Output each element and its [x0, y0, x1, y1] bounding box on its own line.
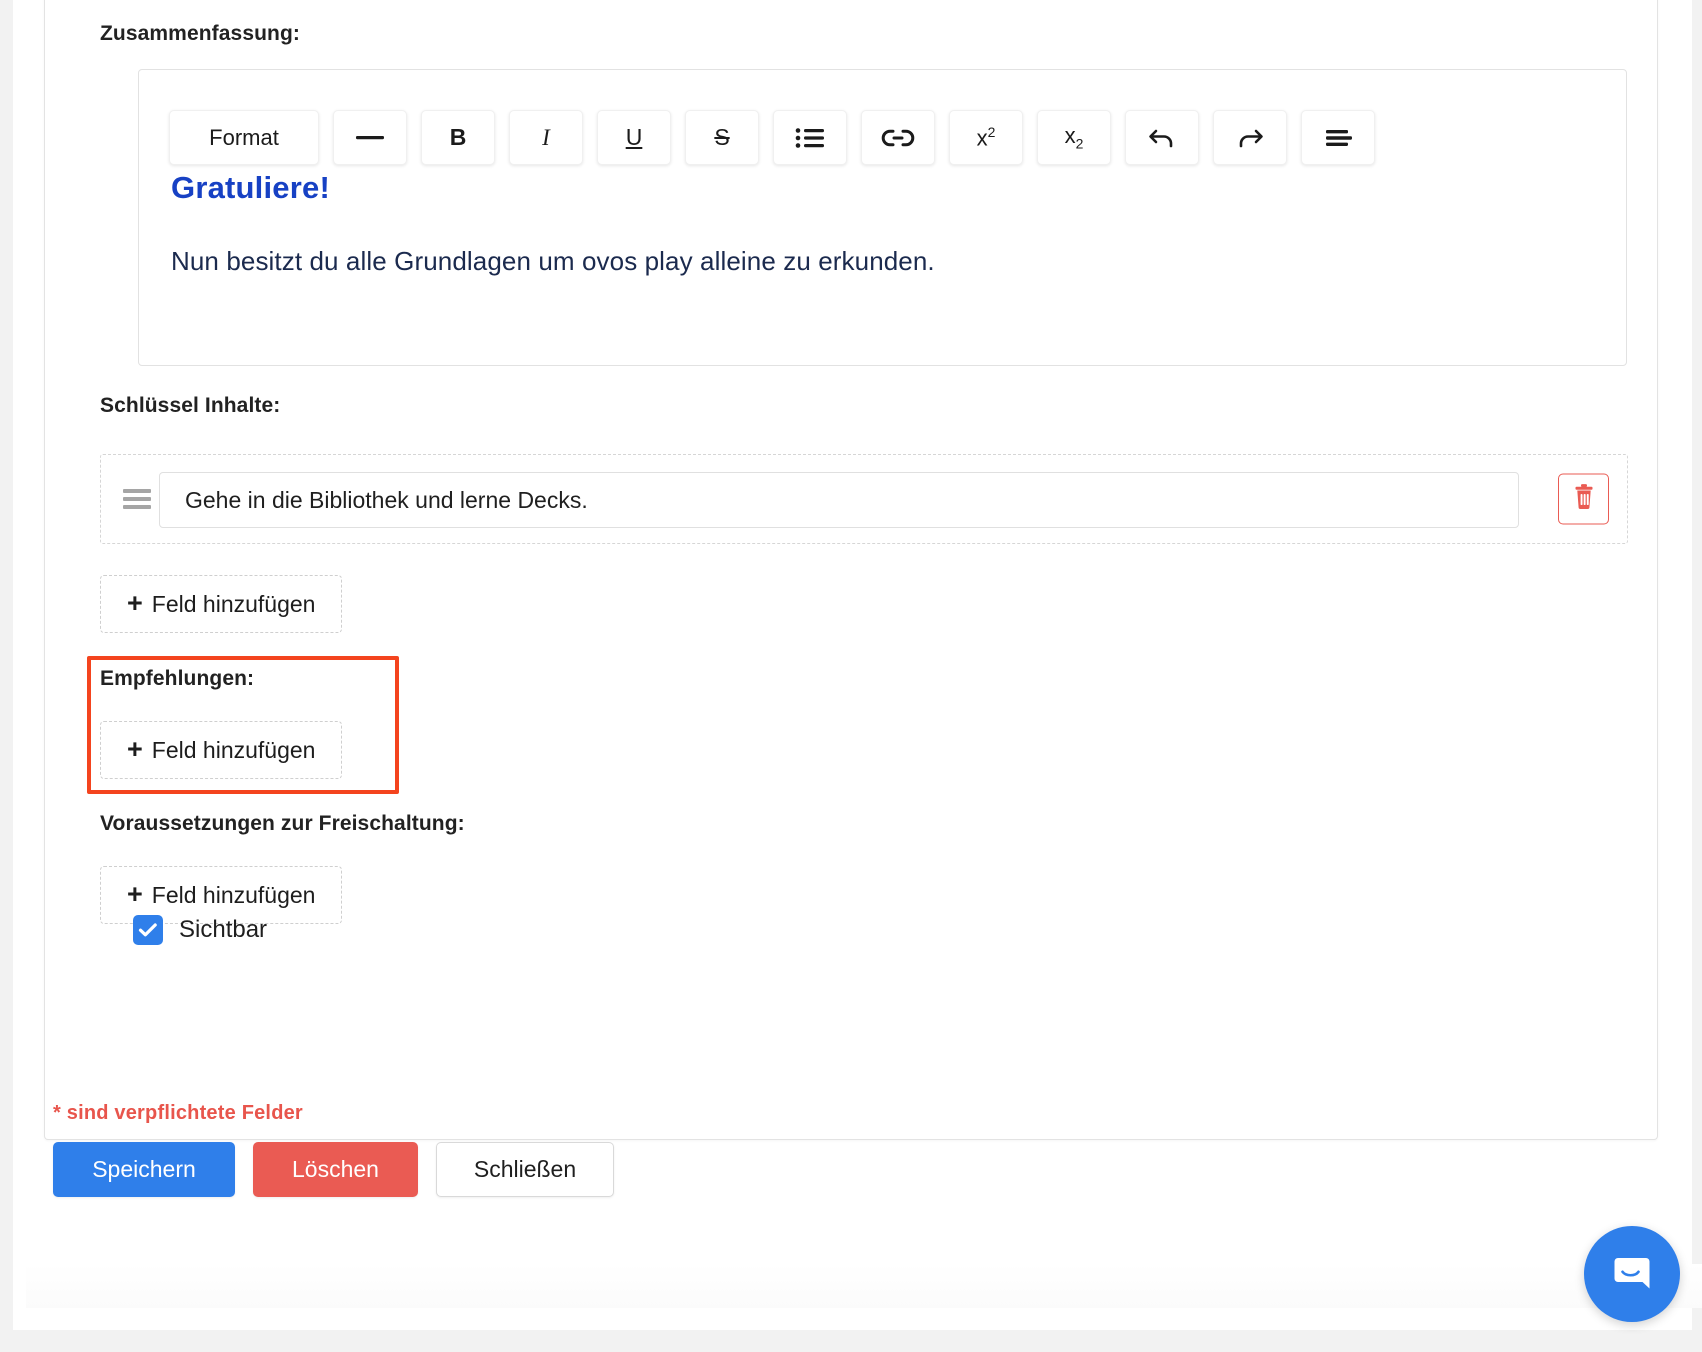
plus-icon: +: [127, 733, 143, 764]
editor-heading: Gratuliere!: [171, 170, 330, 205]
bold-button[interactable]: B: [421, 110, 495, 165]
sheet-bottom-fade: [26, 1264, 1702, 1308]
messenger-launcher-button[interactable]: [1584, 1226, 1680, 1322]
check-icon: [138, 922, 158, 938]
add-field-key-contents-button[interactable]: + Feld hinzufügen: [100, 575, 343, 633]
summary-editor: Format B I U S x2 x2 Gratuliere! Nun bes…: [138, 69, 1627, 366]
page-gutter-left: [0, 0, 13, 1352]
label-schluessel-inhalte: Schlüssel Inhalte:: [100, 394, 281, 417]
page-gutter-right: [1692, 0, 1702, 1352]
key-content-row: [100, 454, 1628, 544]
subscript-button[interactable]: x2: [1037, 110, 1111, 165]
form-card: Zusammenfassung: Format B I U S x2 x2 Gr…: [44, 0, 1658, 1140]
delete-row-button[interactable]: [1558, 473, 1609, 525]
label-zusammenfassung: Zusammenfassung:: [100, 22, 300, 45]
page-bottom-strip: [0, 1330, 1702, 1352]
page-sheet: Zusammenfassung: Format B I U S x2 x2 Gr…: [13, 0, 1702, 1330]
editor-paragraph: Nun besitzt du alle Grundlagen um ovos p…: [171, 246, 935, 276]
superscript-icon: x2: [976, 123, 996, 151]
editor-toolbar: Format B I U S x2 x2: [169, 110, 1375, 165]
drag-handle-icon[interactable]: [123, 489, 151, 509]
chat-bubble-icon: [1606, 1246, 1658, 1303]
plus-icon: +: [127, 587, 143, 618]
dash-icon: [355, 131, 385, 145]
visible-checkbox[interactable]: [133, 915, 163, 945]
visible-checkbox-label: Sichtbar: [179, 916, 268, 943]
close-button[interactable]: Schließen: [436, 1142, 614, 1197]
subscript-icon: x2: [1064, 123, 1084, 152]
add-field-key-contents-label: Feld hinzufügen: [151, 590, 316, 617]
save-button[interactable]: Speichern: [53, 1142, 235, 1197]
visible-checkbox-row[interactable]: Sichtbar: [133, 915, 267, 945]
form-action-buttons: Speichern Löschen Schließen: [53, 1142, 614, 1197]
undo-button[interactable]: [1125, 110, 1199, 165]
add-field-recommendations-button[interactable]: + Feld hinzufügen: [100, 721, 343, 779]
key-content-input[interactable]: [159, 472, 1519, 528]
bullet-list-button[interactable]: [773, 110, 847, 165]
bold-icon: B: [449, 124, 467, 150]
horizontal-rule-button[interactable]: [333, 110, 407, 165]
italic-icon: I: [542, 124, 550, 150]
label-voraussetzungen: Voraussetzungen zur Freischaltung:: [100, 812, 465, 835]
link-button[interactable]: [861, 110, 935, 165]
redo-icon: [1236, 127, 1264, 149]
trash-icon: [1571, 483, 1597, 516]
strikethrough-button[interactable]: S: [685, 110, 759, 165]
save-button-label: Speichern: [92, 1156, 196, 1182]
plus-icon: +: [127, 878, 143, 909]
label-empfehlungen: Empfehlungen:: [100, 667, 255, 690]
delete-button-label: Löschen: [292, 1156, 379, 1182]
list-icon: [795, 127, 825, 149]
undo-icon: [1148, 127, 1176, 149]
link-icon: [881, 128, 915, 148]
underline-icon: U: [625, 124, 643, 150]
strikethrough-icon: S: [714, 124, 730, 150]
underline-button[interactable]: U: [597, 110, 671, 165]
format-button[interactable]: Format: [169, 110, 319, 165]
format-button-label: Format: [209, 124, 279, 150]
add-field-unlock-requirements-label: Feld hinzufügen: [151, 881, 316, 908]
add-field-recommendations-label: Feld hinzufügen: [151, 736, 316, 763]
redo-button[interactable]: [1213, 110, 1287, 165]
page-root: Zusammenfassung: Format B I U S x2 x2 Gr…: [0, 0, 1702, 1352]
required-fields-note: * sind verpflichtete Felder: [53, 1102, 303, 1124]
superscript-button[interactable]: x2: [949, 110, 1023, 165]
editor-content[interactable]: Gratuliere! Nun besitzt du alle Grundlag…: [171, 170, 1606, 277]
delete-button[interactable]: Löschen: [253, 1142, 418, 1197]
align-button[interactable]: [1301, 110, 1375, 165]
italic-button[interactable]: I: [509, 110, 583, 165]
align-icon: [1323, 128, 1353, 148]
close-button-label: Schließen: [473, 1156, 577, 1182]
